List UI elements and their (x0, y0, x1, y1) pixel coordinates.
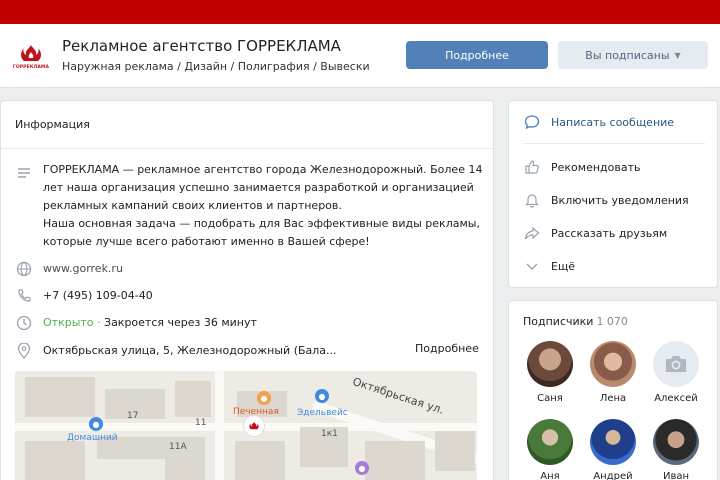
food-icon[interactable]: ● (257, 391, 271, 405)
logo-text: ГОРРЕКЛАМА (12, 65, 50, 70)
map-building (435, 431, 475, 471)
page-header: ГОРРЕКЛАМА Рекламное агентство ГОРРЕКЛАМ… (0, 24, 720, 88)
avatar (527, 341, 573, 387)
thumbs-up-icon (523, 158, 541, 176)
description-line: ГОРРЕКЛАМА — рекламное агентство города … (43, 163, 483, 176)
description: ГОРРЕКЛАМА — рекламное агентство города … (43, 161, 483, 251)
subscribed-label: Вы подписаны (585, 48, 670, 62)
address-more-link[interactable]: Подробнее (415, 342, 479, 355)
avatar (653, 419, 699, 465)
page-title: Рекламное агентство ГОРРЕКЛАМА (62, 37, 341, 55)
shopping-bag-icon[interactable]: ● (315, 389, 329, 403)
more-button[interactable]: Подробнее (406, 41, 548, 69)
location-pin-icon (15, 342, 33, 360)
map-building (25, 441, 85, 480)
shopping-bag-icon[interactable]: ● (89, 417, 103, 431)
info-card: Информация ГОРРЕКЛАМА — рекламное агентс… (0, 100, 494, 480)
map-building (235, 441, 285, 480)
action-label: Рекомендовать (551, 160, 641, 174)
subscriber[interactable]: Алексей (646, 341, 706, 404)
phone-icon (15, 287, 33, 305)
phone-number[interactable]: +7 (495) 109-04-40 (43, 287, 153, 305)
subscriber-name: Лена (599, 393, 627, 404)
description-line: лет наша организация успешно занимается … (43, 181, 474, 194)
avatar (590, 341, 636, 387)
share-icon (523, 224, 541, 242)
location-marker-icon[interactable] (243, 415, 265, 437)
address-text[interactable]: Октябрьская улица, 5, Железнодорожный (Б… (43, 342, 337, 360)
logo-flame-icon (21, 45, 41, 61)
actions-card: Написать сообщение Рекомендовать Включит… (508, 100, 718, 288)
page-subtitle: Наружная реклама / Дизайн / Полиграфия /… (62, 60, 370, 73)
shop-icon[interactable]: ● (355, 461, 369, 475)
house-number: 1к1 (321, 429, 338, 439)
action-label: Включить уведомления (551, 193, 689, 207)
subscriber-name: Аня (540, 471, 560, 480)
subscribed-button[interactable]: Вы подписаны ▼ (558, 41, 708, 69)
poi-label: Домашний (67, 433, 118, 443)
map-building (25, 377, 95, 417)
message-icon (523, 113, 541, 131)
map[interactable]: 17 11 11A 1к1 Октябрьская ул. ● Домашний… (15, 371, 477, 480)
subscriber[interactable]: Аня (520, 419, 580, 480)
subscriber-name: Андрей (593, 471, 633, 480)
subscriber[interactable]: Иван (646, 419, 706, 480)
avatar (527, 419, 573, 465)
map-building (175, 381, 211, 417)
community-logo[interactable]: ГОРРЕКЛАМА (12, 38, 50, 76)
clock-icon (15, 314, 33, 332)
subscriber[interactable]: Саня (520, 341, 580, 404)
share-action[interactable]: Рассказать друзьям (523, 222, 667, 244)
house-number: 17 (127, 411, 139, 421)
chevron-down-icon (523, 257, 541, 275)
globe-icon (15, 260, 33, 278)
action-label: Рассказать друзьям (551, 226, 668, 240)
closing-time: Закроется через 36 минут (104, 316, 257, 329)
subscriber[interactable]: Андрей (583, 419, 643, 480)
camera-icon (666, 356, 686, 372)
subscriber-name: Саня (537, 393, 563, 404)
avatar (590, 419, 636, 465)
recommend-action[interactable]: Рекомендовать (523, 156, 640, 178)
info-heading: Информация (1, 101, 493, 149)
action-label: Ещё (551, 259, 576, 273)
house-number: 11A (169, 442, 187, 452)
hours-status[interactable]: Открыто · Закроется через 36 минут (43, 314, 257, 332)
subscribers-card: Подписчики 1 070 Саня Лена Алексей Аня Ан… (508, 300, 718, 480)
bell-icon (523, 191, 541, 209)
description-line: рекламных кампаний своих клиентов и парт… (43, 199, 342, 212)
house-number: 11 (195, 418, 207, 428)
map-road (215, 371, 224, 480)
notifications-action[interactable]: Включить уведомления (523, 189, 689, 211)
description-line: Наша основная задача — подобрать для Вас… (43, 217, 480, 230)
action-label: Написать сообщение (551, 115, 675, 129)
avatar (653, 341, 699, 387)
map-building (365, 441, 425, 480)
subscribers-heading: Подписчики (523, 315, 594, 328)
open-status: Открыто (43, 316, 94, 329)
status-separator: · (97, 316, 101, 329)
subscriber-name: Иван (662, 471, 690, 480)
subscribers-title[interactable]: Подписчики 1 070 (523, 315, 628, 328)
actions-divider (523, 143, 705, 144)
more-action[interactable]: Ещё (523, 255, 575, 277)
subscribers-count: 1 070 (596, 315, 628, 328)
write-message-action[interactable]: Написать сообщение (523, 111, 674, 133)
street-label: Октябрьская ул. (350, 375, 446, 417)
cover-image (0, 0, 720, 24)
poi-label: Эдельвейс (297, 408, 348, 418)
chevron-down-icon: ▼ (674, 50, 681, 60)
text-lines-icon (15, 164, 33, 182)
subscriber[interactable]: Лена (583, 341, 643, 404)
website-link[interactable]: www.gorrek.ru (43, 260, 123, 278)
description-line: которые лучше всего работают именно в Ва… (43, 235, 370, 248)
subscriber-name: Алексей (654, 393, 698, 404)
